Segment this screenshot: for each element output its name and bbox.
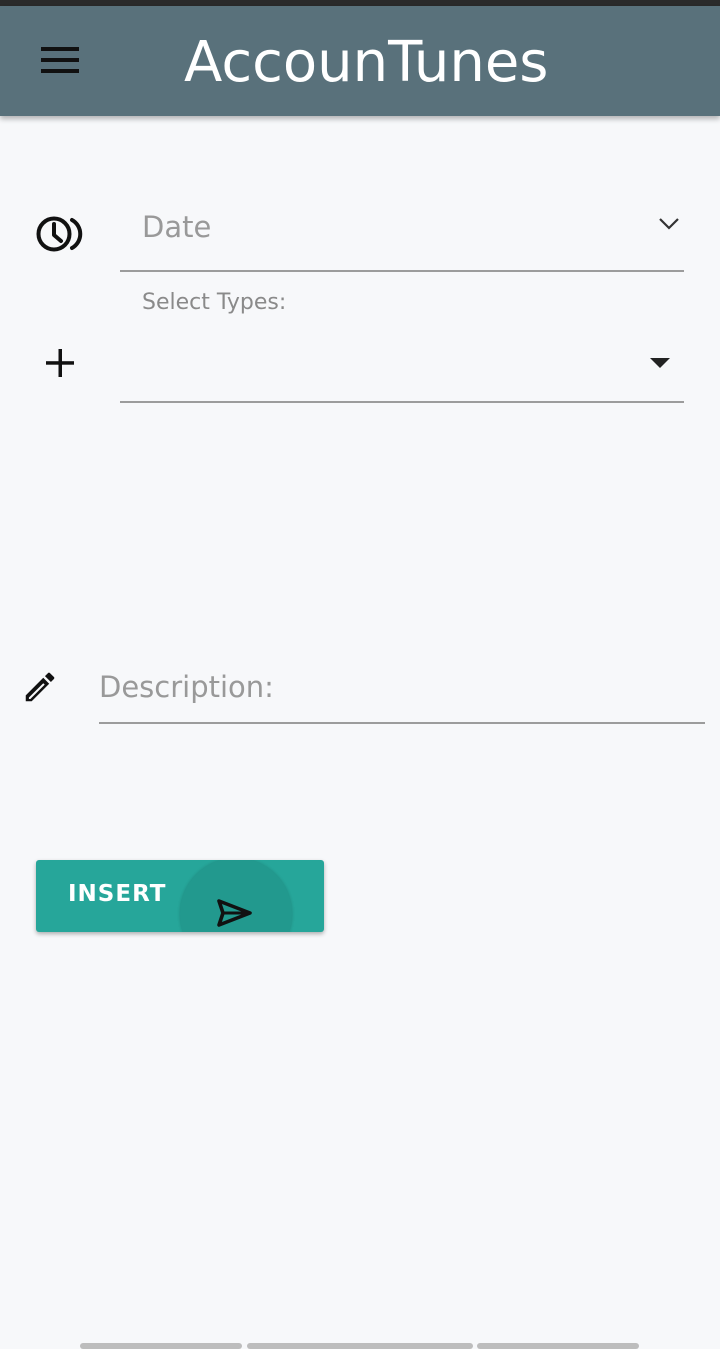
insert-button[interactable]: INSERT	[36, 860, 324, 932]
caret-down-icon	[650, 354, 670, 373]
date-select[interactable]: Date	[120, 196, 684, 272]
insert-button-label: INSERT	[68, 881, 167, 907]
nav-indicator	[247, 1343, 473, 1349]
menu-icon	[41, 47, 79, 77]
menu-button[interactable]	[30, 34, 90, 90]
chevron-down-icon	[658, 216, 680, 235]
types-select[interactable]	[120, 330, 684, 403]
app-title: AccounTunes	[184, 30, 549, 95]
pencil-icon	[18, 665, 62, 709]
add-icon	[44, 347, 76, 379]
description-input[interactable]	[99, 665, 705, 709]
history-clock-icon	[34, 210, 86, 258]
app-bar: AccounTunes	[0, 6, 720, 116]
send-icon	[216, 898, 254, 932]
date-label: Date	[142, 210, 212, 244]
nav-indicator	[477, 1343, 639, 1349]
nav-indicator	[80, 1343, 242, 1349]
description-field	[99, 655, 705, 724]
types-label: Select Types:	[142, 290, 287, 315]
